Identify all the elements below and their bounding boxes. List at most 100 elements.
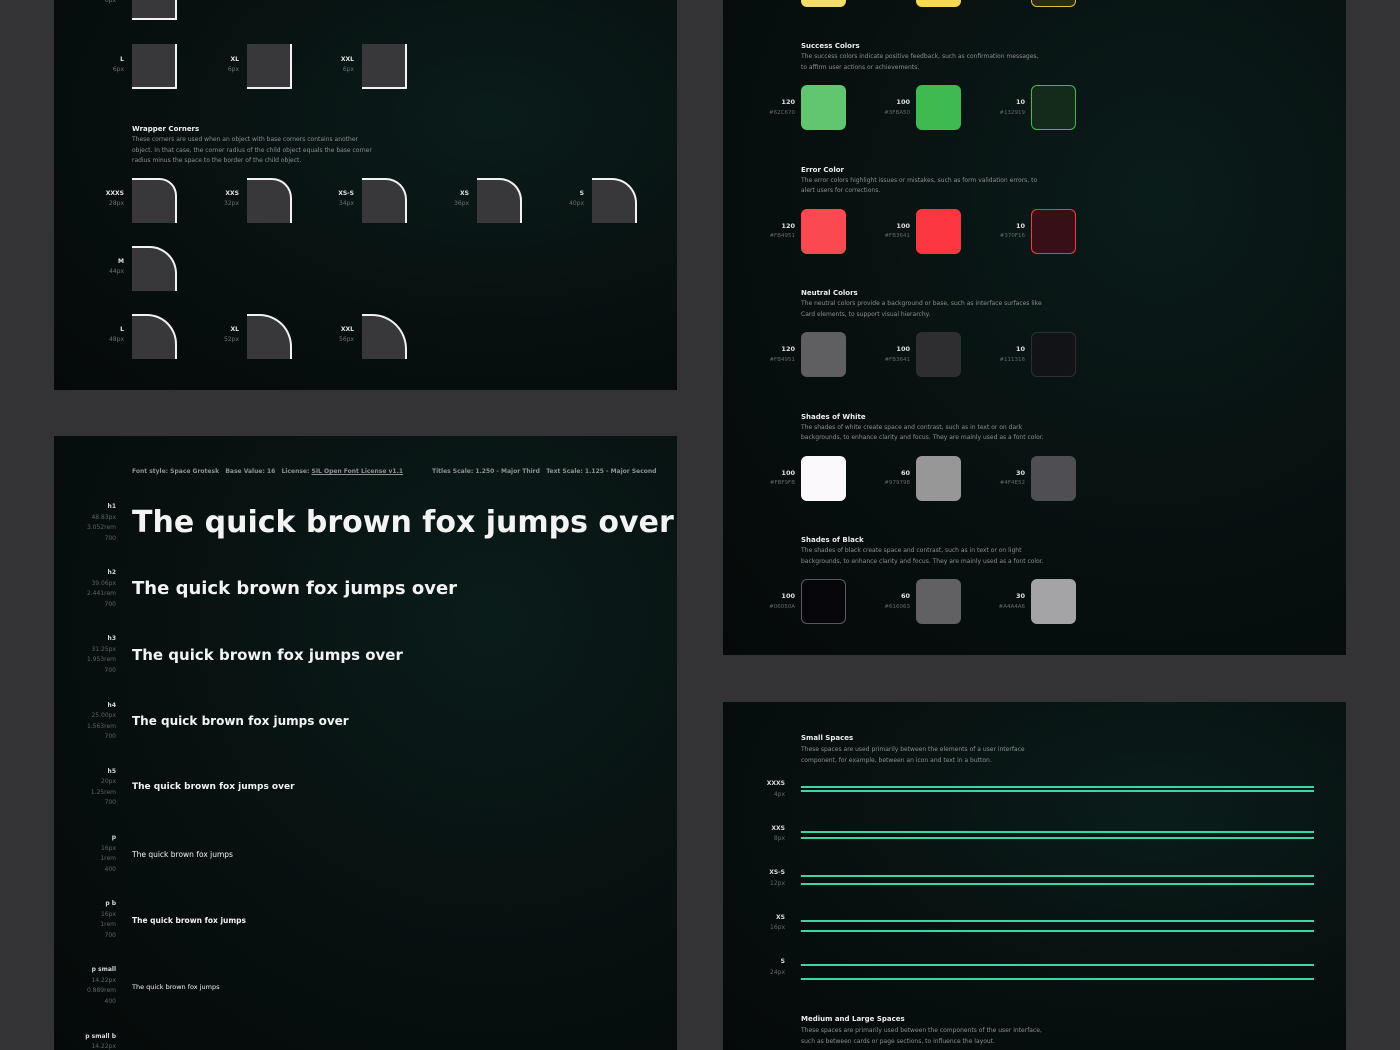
spaces-panel: Small Spaces These spaces are used prima…	[723, 702, 1346, 1050]
space-label-value: 4px	[773, 790, 785, 798]
color-swatch	[916, 85, 961, 130]
base-corner-label-name: XL	[230, 56, 239, 63]
type-weight: 700	[104, 666, 116, 674]
wrapper-corners-description: These corners are used when an object wi…	[132, 136, 372, 164]
medium-spaces-description: These spaces are primarily used between …	[801, 1027, 1042, 1045]
space-label-name: XS-S	[769, 869, 785, 877]
color-swatch-label: 10 #370F16	[963, 221, 1025, 242]
wrapper-corner-label-value: 34px	[339, 200, 354, 207]
type-sample-h2: The quick brown fox jumps over	[132, 578, 458, 600]
space-label-value: 8px	[773, 835, 785, 843]
type-px: 14.22px	[91, 976, 116, 984]
space-line-top	[801, 786, 1314, 788]
type-px: 31.25px	[91, 645, 116, 653]
color-swatch-label-name: 100	[781, 468, 795, 477]
space-label-value: 12px	[770, 879, 785, 887]
color-swatch-label-value: #3FBA50	[884, 109, 910, 116]
space-label: XS-S 12px	[723, 868, 785, 889]
type-rem: 1rem	[100, 855, 116, 862]
color-group-desc-line: to affirm user actions or achievements.	[801, 63, 920, 71]
wrapper-corner-label: XXXS 28px	[64, 189, 124, 209]
wrapper-corner-swatch	[477, 178, 522, 223]
wrapper-corner-swatch	[247, 314, 292, 359]
color-swatch	[1031, 579, 1076, 624]
space-label-name: XXXS	[766, 780, 785, 787]
color-swatch-label-value: #370F16	[999, 233, 1025, 239]
type-scale-label: p small b 14.22px	[54, 1032, 116, 1050]
type-sample-p-small: The quick brown fox jumps	[132, 982, 220, 991]
base-corner-swatch	[132, 44, 177, 89]
color-swatch-label-value: #FBF9FB	[769, 480, 795, 486]
type-name: h1	[107, 503, 116, 510]
color-group-description: The success colors indicate positive fee…	[801, 52, 1101, 73]
color-swatch	[1031, 85, 1076, 130]
color-swatch-label-value: #4F4E52	[999, 480, 1025, 486]
corners-panel: 6px L 6px XL 6px XXL 6px Wrapper Corners Thes…	[54, 0, 677, 390]
wrapper-corner-label-value: 28px	[109, 200, 124, 207]
type-scale-label: h1 48.83px 3.052rem 700	[54, 502, 116, 544]
color-swatch-label-name: 120	[781, 98, 795, 106]
color-swatch-label: 120 #62C670	[733, 97, 795, 118]
color-swatch-label-value: #FB4951	[769, 233, 795, 239]
color-swatch-label-value: #FB3641	[884, 233, 910, 239]
typography-meta-right: Titles Scale: 1.250 - Major Third Text S…	[432, 468, 657, 475]
type-rem: 1.953rem	[86, 656, 116, 664]
space-label-name: S	[780, 958, 785, 966]
color-swatch-label-name: 10	[1015, 221, 1025, 230]
wrapper-corner-label: XS-S 34px	[294, 189, 354, 209]
space-line-bottom	[801, 790, 1314, 792]
small-spaces-title: Small Spaces	[801, 734, 854, 742]
color-swatch-label-name: 10	[1015, 98, 1025, 106]
warning-swatch	[801, 0, 846, 7]
wrapper-corner-label: XL 52px	[179, 325, 239, 345]
corner-token-label: 6px	[104, 0, 116, 4]
wrapper-corner-label: M 44px	[64, 257, 124, 277]
wrapper-corner-label: XS 36px	[409, 189, 469, 209]
base-corner-label: XXL 6px	[294, 55, 354, 75]
wrapper-corner-label-value: 52px	[224, 336, 239, 343]
space-label: S 24px	[723, 957, 785, 978]
base-corner-swatch	[247, 44, 292, 89]
wrapper-corner-label-value: 44px	[109, 268, 124, 275]
space-line-bottom	[801, 929, 1314, 932]
wrapper-corner-label-name: XXL	[340, 326, 354, 333]
color-swatch-label-name: 120	[781, 221, 795, 230]
type-px: 14.22px	[91, 1043, 116, 1050]
color-swatch-label: 30 #A4A4A6	[963, 591, 1025, 612]
color-group-desc-line: The neutral colors provide a background …	[801, 300, 1042, 307]
type-sample-h1: The quick brown fox jumps over	[132, 505, 674, 540]
base-corner-label-value: 6px	[227, 66, 239, 73]
license-link[interactable]: SIL Open Font License v1.1	[312, 468, 404, 475]
color-swatch	[916, 208, 961, 254]
color-swatch-label: 100 #06050A	[733, 591, 795, 612]
wrapper-corner-label-name: XS-S	[338, 190, 354, 197]
color-group-title: Neutral Colors	[801, 289, 858, 297]
space-line-bottom	[801, 883, 1314, 886]
type-weight: 700	[104, 931, 116, 939]
color-group-description: The error colors highlight issues or mis…	[801, 176, 1101, 197]
type-px: 16px	[101, 844, 116, 852]
space-line-bottom	[801, 978, 1314, 981]
color-swatch-label: 100 #FB3641	[848, 221, 910, 242]
color-group-description: The shades of white create space and con…	[801, 423, 1101, 444]
type-scale-label: h5 20px 1.25rem 700	[54, 767, 116, 809]
wrapper-corner-label-name: XL	[230, 326, 239, 333]
base-corner-label-value: 6px	[112, 66, 124, 73]
color-group-title: Success Colors	[801, 42, 860, 50]
warning-swatch	[1031, 0, 1076, 7]
wrapper-corner-swatch	[592, 178, 637, 223]
type-px: 48.83px	[91, 513, 116, 521]
wrapper-corner-label-name: M	[118, 258, 124, 265]
wrapper-corner-label: S 40px	[524, 189, 584, 209]
type-name: h4	[107, 701, 116, 709]
base-corner-label: L 6px	[64, 55, 124, 75]
color-swatch	[916, 579, 961, 624]
color-swatch-label-name: 120	[781, 345, 795, 353]
type-weight: 400	[104, 865, 116, 873]
color-swatch-label-value: #FB3641	[884, 356, 910, 363]
space-line-top	[801, 964, 1314, 967]
space-label-value: 24px	[770, 968, 785, 976]
type-sample-p-b: The quick brown fox jumps	[132, 915, 246, 925]
wrapper-corner-swatch	[132, 178, 177, 223]
color-swatch-label-name: 30	[1015, 468, 1025, 477]
